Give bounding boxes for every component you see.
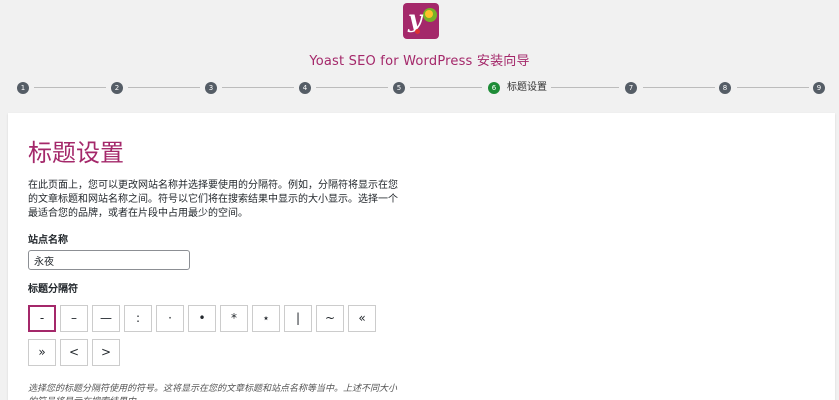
step-connector bbox=[643, 87, 715, 88]
site-name-input[interactable] bbox=[28, 250, 190, 270]
logo-red-dot bbox=[415, 29, 420, 34]
separator-option-middot[interactable]: · bbox=[156, 305, 184, 332]
step-6[interactable]: 6 bbox=[488, 82, 500, 94]
separator-option-en-dash[interactable]: – bbox=[60, 305, 88, 332]
separator-option-colon[interactable]: : bbox=[124, 305, 152, 332]
step-connector bbox=[410, 87, 482, 88]
separator-label: 标题分隔符 bbox=[28, 284, 78, 295]
step-3[interactable]: 3 bbox=[205, 82, 217, 94]
step-8[interactable]: 8 bbox=[719, 82, 731, 94]
step-connector bbox=[222, 87, 294, 88]
wizard-title: Yoast SEO for WordPress 安装向导 bbox=[309, 54, 530, 69]
step-9[interactable]: 9 bbox=[813, 82, 825, 94]
step-connector bbox=[737, 87, 809, 88]
active-step-label: 标题设置 bbox=[507, 82, 547, 93]
separator-option-asterisk[interactable]: * bbox=[220, 305, 248, 332]
site-name-label: 站点名称 bbox=[28, 235, 68, 246]
separator-option-tilde[interactable]: ~ bbox=[316, 305, 344, 332]
separator-option-hyphen[interactable]: - bbox=[28, 305, 56, 332]
separator-option-pipe[interactable]: | bbox=[284, 305, 312, 332]
step-5[interactable]: 5 bbox=[393, 82, 405, 94]
step-7[interactable]: 7 bbox=[625, 82, 637, 94]
separator-option-bullet[interactable]: • bbox=[188, 305, 216, 332]
step-connector bbox=[551, 87, 619, 88]
yoast-logo: y bbox=[403, 3, 439, 39]
separator-hint: 选择您的标题分隔符使用的符号。这将显示在您的文章标题和站点名称等当中。上述不同大… bbox=[28, 384, 398, 400]
step-connector bbox=[128, 87, 200, 88]
step-4[interactable]: 4 bbox=[299, 82, 311, 94]
separator-option-star[interactable]: ⋆ bbox=[252, 305, 280, 332]
page-title: 标题设置 bbox=[28, 139, 124, 167]
step-2[interactable]: 2 bbox=[111, 82, 123, 94]
separator-option-greater-than[interactable]: > bbox=[92, 339, 120, 366]
separator-option-less-than[interactable]: < bbox=[60, 339, 88, 366]
separator-option-laquo[interactable]: « bbox=[348, 305, 376, 332]
step-1[interactable]: 1 bbox=[17, 82, 29, 94]
wizard-stepper: 1 2 3 4 5 6 标题设置 7 8 9 bbox=[0, 80, 839, 96]
step-connector bbox=[316, 87, 388, 88]
intro-text: 在此页面上，您可以更改网站名称并选择要使用的分隔符。例如，分隔符将显示在您的文章… bbox=[28, 180, 398, 219]
wizard-card: 标题设置 在此页面上，您可以更改网站名称并选择要使用的分隔符。例如，分隔符将显示… bbox=[8, 113, 835, 400]
separator-option-em-dash[interactable]: — bbox=[92, 305, 120, 332]
step-connector bbox=[34, 87, 106, 88]
separator-option-raquo[interactable]: » bbox=[28, 339, 56, 366]
logo-yellow-dot bbox=[425, 10, 433, 18]
